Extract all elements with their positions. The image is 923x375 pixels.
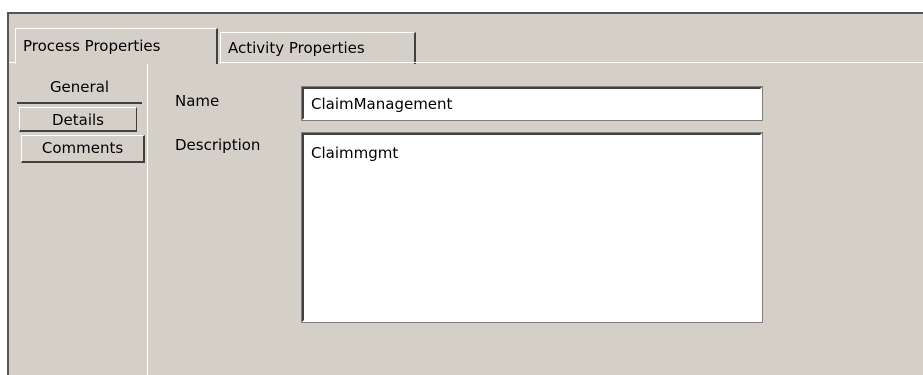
tab-activity-properties[interactable]: Activity Properties [220,32,416,64]
tab-process-properties[interactable]: Process Properties [15,28,218,64]
name-field[interactable] [301,86,763,121]
description-field[interactable]: Claimmgmt [301,132,763,323]
name-label: Name [175,92,220,110]
side-tab-comments[interactable]: Comments [21,135,145,163]
side-tab-area: General Details Comments [9,63,148,375]
description-label: Description [175,136,261,154]
side-tab-general[interactable]: General [17,75,142,104]
properties-panel: Process Properties Activity Properties G… [7,12,923,375]
tab-strip: Process Properties Activity Properties [9,14,923,66]
side-tab-details[interactable]: Details [19,107,137,132]
